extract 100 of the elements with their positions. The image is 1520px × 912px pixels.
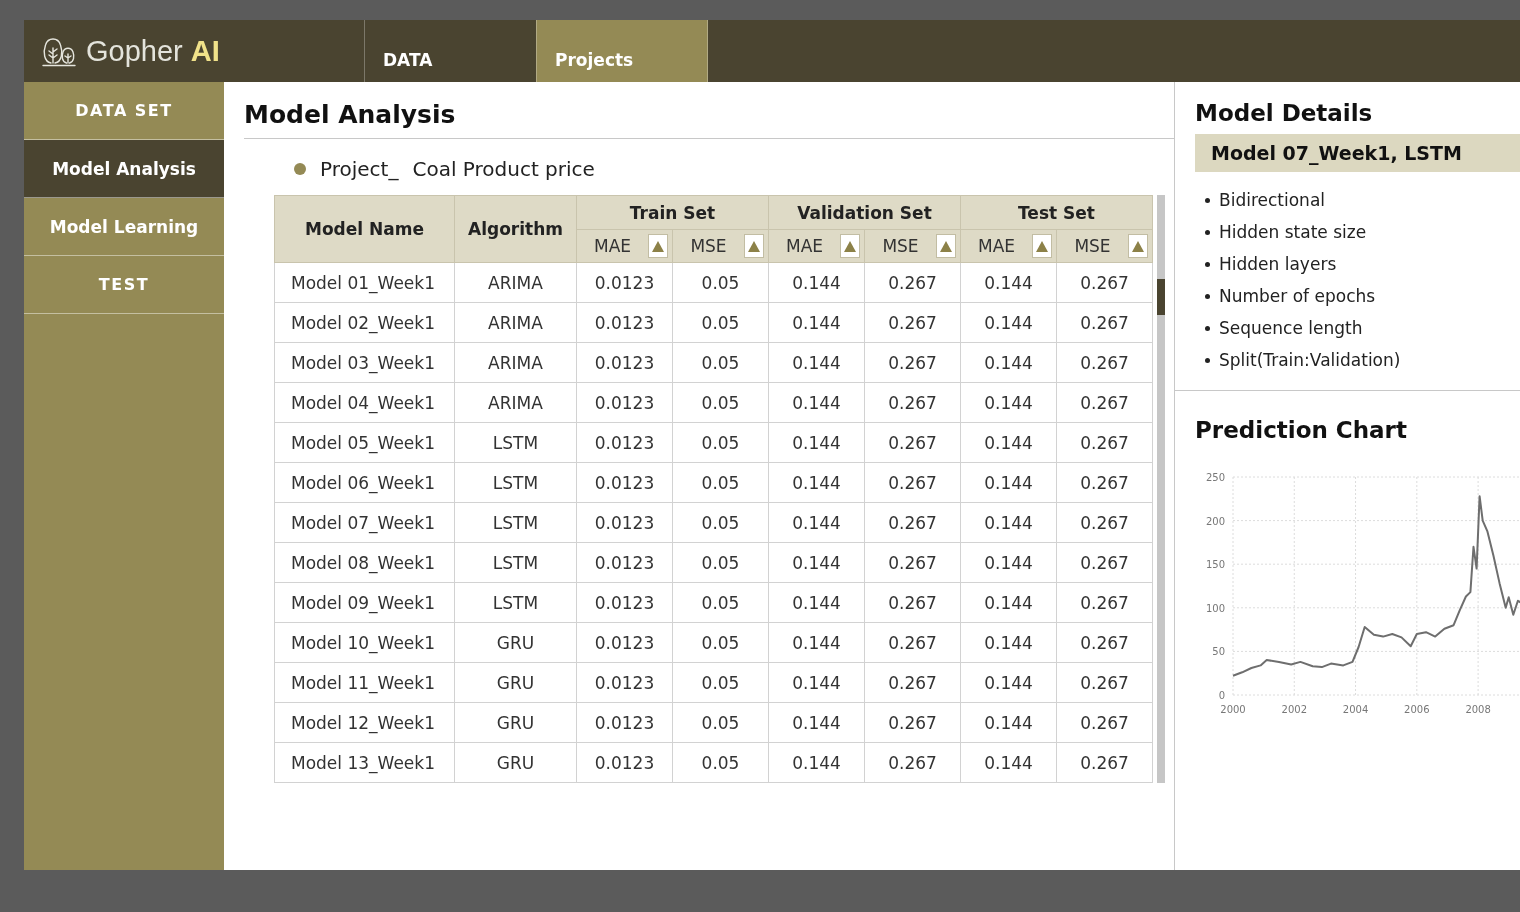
table-cell: 0.144	[960, 382, 1057, 423]
table-cell: 0.267	[1056, 302, 1153, 343]
table-cell: 0.267	[864, 302, 961, 343]
table-cell: ARIMA	[454, 302, 577, 343]
y-tick-label: 50	[1212, 646, 1225, 658]
table-cell: 0.267	[864, 622, 961, 663]
table-cell: 0.144	[768, 542, 865, 583]
project-label: Project_	[320, 157, 399, 181]
x-tick-label: 2008	[1465, 704, 1491, 715]
table-cell: 0.0123	[576, 342, 673, 383]
table-cell: 0.144	[960, 662, 1057, 703]
table-cell: 0.267	[864, 542, 961, 583]
table-cell: 0.0123	[576, 582, 673, 623]
model-heading: Model 07_Week1, LSTM	[1195, 134, 1520, 172]
bullet-icon	[1205, 197, 1210, 203]
scrollbar-thumb[interactable]	[1157, 279, 1165, 315]
sort-button[interactable]	[744, 234, 764, 258]
table-cell: 0.144	[960, 702, 1057, 743]
table-cell: 0.144	[960, 462, 1057, 503]
y-tick-label: 100	[1205, 602, 1225, 614]
sort-button[interactable]	[840, 234, 860, 258]
y-tick-label: 250	[1205, 472, 1225, 483]
sidebar-item[interactable]: Model Analysis	[24, 140, 224, 198]
table-cell: 0.267	[864, 382, 961, 423]
x-tick-label: 2002	[1281, 704, 1307, 715]
table-cell: 0.267	[1056, 422, 1153, 463]
table-cell: LSTM	[454, 542, 577, 583]
table-cell: 0.144	[960, 582, 1057, 623]
table-cell: Model 04_Week1	[274, 382, 455, 423]
logo-text: Gopher AI	[86, 34, 220, 68]
bullet-dot-icon	[294, 163, 306, 175]
table-cell: 0.267	[864, 342, 961, 383]
table-cell: 0.144	[768, 382, 865, 423]
table-cell: Model 12_Week1	[274, 702, 455, 743]
sort-up-icon	[1036, 240, 1048, 252]
column-header: Model Name	[274, 195, 455, 263]
table-cell: 0.144	[960, 622, 1057, 663]
table-cell: 0.267	[864, 742, 961, 783]
table-cell: 0.0123	[576, 662, 673, 703]
y-tick-label: 0	[1218, 690, 1225, 701]
column-group-header: Test Set	[960, 195, 1153, 230]
section-title: Prediction Chart	[1194, 416, 1408, 445]
sort-up-icon	[652, 240, 664, 252]
table-cell: 0.144	[768, 582, 865, 623]
parameter-label: Number of epochs	[1219, 286, 1376, 306]
table-cell: 0.267	[864, 462, 961, 503]
table-cell: 0.267	[864, 502, 961, 543]
table-cell: 0.0123	[576, 742, 673, 783]
table-cell: 0.144	[768, 702, 865, 743]
table-cell: 0.0123	[576, 622, 673, 663]
table-cell: Model 11_Week1	[274, 662, 455, 703]
sort-up-icon	[1132, 240, 1144, 252]
table-cell: 0.267	[864, 662, 961, 703]
table-cell: GRU	[454, 742, 577, 783]
table-cell: 0.05	[672, 262, 769, 303]
table-cell: 0.0123	[576, 422, 673, 463]
column-header: MSE	[689, 236, 728, 256]
sort-button[interactable]	[1128, 234, 1148, 258]
table-cell: ARIMA	[454, 342, 577, 383]
table-cell: 0.05	[672, 582, 769, 623]
table-cell: 0.267	[1056, 502, 1153, 543]
table-cell: LSTM	[454, 582, 577, 623]
table-cell: Model 05_Week1	[274, 422, 455, 463]
table-cell: GRU	[454, 622, 577, 663]
y-tick-label: 200	[1205, 515, 1225, 527]
table-cell: 0.0123	[576, 302, 673, 343]
project-name: Coal Product price	[412, 157, 595, 181]
sort-up-icon	[844, 240, 856, 252]
table-cell: LSTM	[454, 462, 577, 503]
table-cell: 0.144	[960, 542, 1057, 583]
sort-button[interactable]	[1032, 234, 1052, 258]
sidebar-item[interactable]: Model Learning	[24, 198, 224, 256]
column-header: MSE	[1073, 236, 1112, 256]
table-cell: 0.05	[672, 342, 769, 383]
column-header: MSE	[881, 236, 920, 256]
table-cell: ARIMA	[454, 382, 577, 423]
sort-button[interactable]	[936, 234, 956, 258]
table-cell: ARIMA	[454, 262, 577, 303]
parameter-label: Sequence length	[1219, 318, 1363, 338]
table-cell: 0.144	[960, 262, 1057, 303]
column-group-header: Validation Set	[768, 195, 961, 230]
column-group-header: Train Set	[576, 195, 769, 230]
table-cell: 0.267	[864, 702, 961, 743]
table-cell: Model 07_Week1	[274, 502, 455, 543]
table-cell: 0.05	[672, 462, 769, 503]
x-tick-label: 2004	[1342, 704, 1369, 715]
table-cell: GRU	[454, 702, 577, 743]
table-cell: 0.0123	[576, 542, 673, 583]
scrollbar-track[interactable]	[1157, 195, 1165, 783]
table-cell: 0.144	[768, 662, 865, 703]
sort-button[interactable]	[648, 234, 668, 258]
table-cell: Model 10_Week1	[274, 622, 455, 663]
table-cell: 0.05	[672, 542, 769, 583]
parameter-label: Bidirectional	[1219, 190, 1326, 210]
y-tick-label: 150	[1205, 559, 1225, 571]
parameter-label: Hidden state size	[1219, 222, 1367, 242]
table-cell: LSTM	[454, 502, 577, 543]
sidebar-item[interactable]: TEST	[24, 256, 224, 314]
table-cell: 0.267	[864, 582, 961, 623]
nav-tab[interactable]: Projects	[536, 20, 708, 82]
